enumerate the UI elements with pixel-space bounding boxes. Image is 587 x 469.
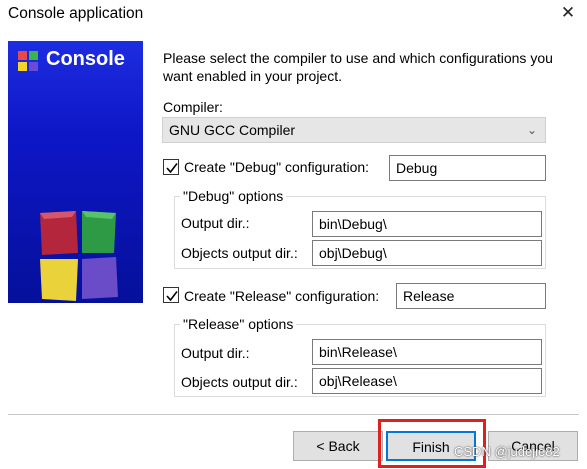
- release-objects-label: Objects output dir.:: [181, 374, 298, 390]
- debug-objects-label: Objects output dir.:: [181, 245, 298, 261]
- compiler-value: GNU GCC Compiler: [169, 122, 296, 138]
- release-name-input[interactable]: Release: [396, 283, 546, 309]
- compiler-label: Compiler:: [163, 99, 223, 115]
- release-checkbox-label: Create "Release" configuration:: [184, 288, 380, 304]
- wizard-banner: Console: [8, 41, 143, 303]
- release-objects-input[interactable]: obj\Release\: [312, 368, 542, 394]
- chevron-down-icon: ⌄: [526, 123, 537, 137]
- checkmark-icon: [166, 291, 178, 302]
- window-title: Console application: [8, 5, 144, 22]
- banner-title: Console: [46, 48, 125, 70]
- debug-objects-input[interactable]: obj\Debug\: [312, 240, 542, 266]
- debug-options-label: "Debug" options: [180, 188, 287, 204]
- debug-name-input[interactable]: Debug: [389, 155, 546, 181]
- compiler-select[interactable]: GNU GCC Compiler ⌄: [162, 117, 546, 143]
- footer-separator: [8, 414, 579, 415]
- debug-checkbox-label: Create "Debug" configuration:: [184, 159, 370, 175]
- release-output-input[interactable]: bin\Release\: [312, 339, 542, 365]
- release-options-label: "Release" options: [180, 316, 297, 332]
- release-output-label: Output dir.:: [181, 345, 250, 361]
- back-button[interactable]: < Back: [293, 431, 383, 461]
- intro-text: Please select the compiler to use and wh…: [163, 50, 553, 84]
- checkmark-icon: [166, 163, 178, 174]
- debug-checkbox[interactable]: [163, 159, 179, 175]
- debug-output-input[interactable]: bin\Debug\: [312, 211, 542, 237]
- release-checkbox[interactable]: [163, 287, 179, 303]
- watermark-text: CSDN @judejie82: [454, 444, 560, 459]
- debug-output-label: Output dir.:: [181, 215, 250, 231]
- codeblocks-logo-icon: [18, 51, 38, 71]
- cubes-graphic-icon: [40, 211, 118, 301]
- close-icon[interactable]: ✕: [556, 1, 580, 25]
